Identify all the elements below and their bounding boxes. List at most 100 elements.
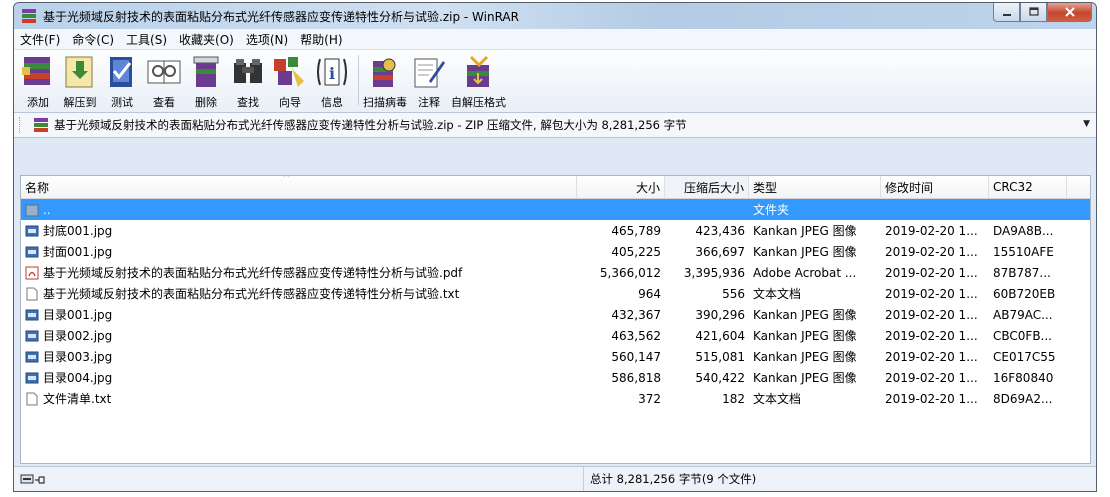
cell-modified: 2019-02-20 1... xyxy=(885,391,978,406)
toolbar-button-test[interactable]: 测试 xyxy=(102,50,142,109)
menu-item-5[interactable]: 帮助(H) xyxy=(294,31,348,48)
jpg-file-icon xyxy=(25,350,39,364)
svg-text:i: i xyxy=(329,64,335,83)
sfx-icon xyxy=(459,53,499,91)
file-name: 基于光频域反射技术的表面粘贴分布式光纤传感器应变传递特性分析与试验.pdf xyxy=(43,266,463,280)
cell-packed: 556 xyxy=(722,286,745,301)
minimize-button[interactable] xyxy=(993,3,1020,22)
cell-packed: 421,604 xyxy=(695,328,745,343)
cell-name: 基于光频域反射技术的表面粘贴分布式光纤传感器应变传递特性分析与试验.pdf xyxy=(21,262,577,283)
toolbar-button-comment[interactable]: 注释 xyxy=(409,50,449,109)
close-icon xyxy=(1064,7,1075,17)
column-name[interactable]: 名称 ^ xyxy=(21,176,577,198)
file-row[interactable]: 文件清单.txt 372 182 文本文档 2019-02-20 1... 8D69A2.… xyxy=(21,388,1090,409)
column-packed[interactable]: 压缩后大小 xyxy=(665,176,749,198)
cell-name: 封面001.jpg xyxy=(21,241,577,262)
toolbar-button-find[interactable]: 查找 xyxy=(228,50,268,109)
menu-item-2[interactable]: 工具(S) xyxy=(120,31,173,48)
drive-icon[interactable] xyxy=(20,473,46,485)
toolbar-label: 查看 xyxy=(153,96,175,109)
delete-icon xyxy=(186,53,226,91)
folder-up-icon xyxy=(25,203,39,217)
toolbar-label: 解压到 xyxy=(63,96,97,109)
cell-type: Adobe Acrobat ... xyxy=(753,265,857,280)
toolbar-button-wizard[interactable]: 向导 xyxy=(270,50,310,109)
file-row[interactable]: 封面001.jpg 405,225 366,697 Kankan JPEG 图像 201… xyxy=(21,241,1090,262)
chevron-down-icon[interactable]: ▼ xyxy=(1083,119,1090,129)
test-icon xyxy=(102,53,142,91)
cell-crc32: 16F80840 xyxy=(993,370,1054,385)
toolbar-label: 扫描病毒 xyxy=(363,96,407,109)
cell-size: 560,147 xyxy=(611,349,661,364)
jpg-file-icon xyxy=(25,308,39,322)
maximize-icon xyxy=(1028,7,1039,16)
column-modified[interactable]: 修改时间 xyxy=(881,176,989,198)
close-button[interactable] xyxy=(1047,3,1092,22)
file-row[interactable]: 基于光频域反射技术的表面粘贴分布式光纤传感器应变传递特性分析与试验.pdf 5,3… xyxy=(21,262,1090,283)
row-filler xyxy=(1067,388,1090,409)
cell-type: Kankan JPEG 图像 xyxy=(753,371,857,385)
cell-name: 目录001.jpg xyxy=(21,304,577,325)
jpg-file-icon xyxy=(25,224,39,238)
file-row[interactable]: 目录002.jpg 463,562 421,604 Kankan JPEG 图像 201… xyxy=(21,325,1090,346)
cell-modified: 2019-02-20 1... xyxy=(885,307,978,322)
toolbar-button-view[interactable]: 查看 xyxy=(144,50,184,109)
cell-packed: 540,422 xyxy=(695,370,745,385)
cell-crc32: 15510AFE xyxy=(993,244,1054,259)
file-list[interactable]: 名称 ^ 大小 压缩后大小 类型 修改时间 CRC32 .. 文件夹 封底001.jp… xyxy=(20,175,1091,464)
file-name: 目录002.jpg xyxy=(43,329,113,343)
cell-type: Kankan JPEG 图像 xyxy=(753,245,857,259)
file-name: 封面001.jpg xyxy=(43,245,113,259)
maximize-button[interactable] xyxy=(1020,3,1047,22)
cell-type: 文本文档 xyxy=(753,392,802,406)
file-row[interactable]: 基于光频域反射技术的表面粘贴分布式光纤传感器应变传递特性分析与试验.txt 964… xyxy=(21,283,1090,304)
menu-item-4[interactable]: 选项(N) xyxy=(240,31,294,48)
cell-modified: 2019-02-20 1... xyxy=(885,370,978,385)
cell-modified: 2019-02-20 1... xyxy=(885,244,978,259)
file-row[interactable]: 目录004.jpg 586,818 540,422 Kankan JPEG 图像 201… xyxy=(21,367,1090,388)
add-icon xyxy=(18,53,58,91)
cell-crc32: 60B720EB xyxy=(993,286,1056,301)
archive-path: 基于光频域反射技术的表面粘贴分布式光纤传感器应变传递特性分析与试验.zip - … xyxy=(54,118,687,132)
toolbar-label: 查找 xyxy=(237,96,259,109)
cell-crc32: 87B787... xyxy=(993,265,1051,280)
row-filler xyxy=(1067,367,1090,388)
sort-indicator-icon: ^ xyxy=(283,175,290,182)
column-type[interactable]: 类型 xyxy=(749,176,881,198)
cell-crc32 xyxy=(989,199,1067,220)
menu-item-0[interactable]: 文件(F) xyxy=(14,31,66,48)
menu-item-3[interactable]: 收藏夹(O) xyxy=(173,31,240,48)
file-row[interactable]: 目录003.jpg 560,147 515,081 Kankan JPEG 图像 201… xyxy=(21,346,1090,367)
column-size[interactable]: 大小 xyxy=(577,176,665,198)
cell-crc32: DA9A8B... xyxy=(993,223,1054,238)
cell-crc32: CE017C55 xyxy=(993,349,1056,364)
winrar-window: 基于光频域反射技术的表面粘贴分布式光纤传感器应变传递特性分析与试验.zip - … xyxy=(13,2,1097,492)
info-icon: i xyxy=(312,53,352,91)
toolbar-button-sfx[interactable]: 自解压格式 xyxy=(451,50,506,109)
cell-name: .. xyxy=(21,199,577,220)
column-crc32[interactable]: CRC32 xyxy=(989,176,1067,198)
cell-type: Kankan JPEG 图像 xyxy=(753,350,857,364)
file-row[interactable]: 目录001.jpg 432,367 390,296 Kankan JPEG 图像 201… xyxy=(21,304,1090,325)
toolbar-button-add[interactable]: 添加 xyxy=(18,50,58,109)
cell-packed: 390,296 xyxy=(695,307,745,322)
menu-item-1[interactable]: 命令(C) xyxy=(66,31,120,48)
jpg-file-icon xyxy=(25,371,39,385)
toolbar-button-virus-scan[interactable]: 扫描病毒 xyxy=(363,50,407,109)
title-bar[interactable]: 基于光频域反射技术的表面粘贴分布式光纤传感器应变传递特性分析与试验.zip - … xyxy=(14,3,1096,29)
cell-size: 465,789 xyxy=(611,223,661,238)
file-row[interactable]: .. 文件夹 xyxy=(21,199,1090,220)
file-row[interactable]: 封底001.jpg 465,789 423,436 Kankan JPEG 图像 201… xyxy=(21,220,1090,241)
cell-name: 封底001.jpg xyxy=(21,220,577,241)
menu-bar: 文件(F) 命令(C) 工具(S) 收藏夹(O) 选项(N) 帮助(H) xyxy=(14,29,1096,50)
cell-name: 目录002.jpg xyxy=(21,325,577,346)
toolbar-button-info[interactable]: i 信息 xyxy=(312,50,352,109)
txt-file-icon xyxy=(25,287,39,301)
cell-type: 文本文档 xyxy=(753,287,802,301)
toolbar-button-delete[interactable]: 删除 xyxy=(186,50,226,109)
wizard-icon xyxy=(270,53,310,91)
comment-icon xyxy=(409,53,449,91)
toolbar-button-extract-to[interactable]: 解压到 xyxy=(60,50,100,109)
cell-size: 463,562 xyxy=(611,328,661,343)
address-bar[interactable]: 基于光频域反射技术的表面粘贴分布式光纤传感器应变传递特性分析与试验.zip - … xyxy=(14,113,1096,138)
